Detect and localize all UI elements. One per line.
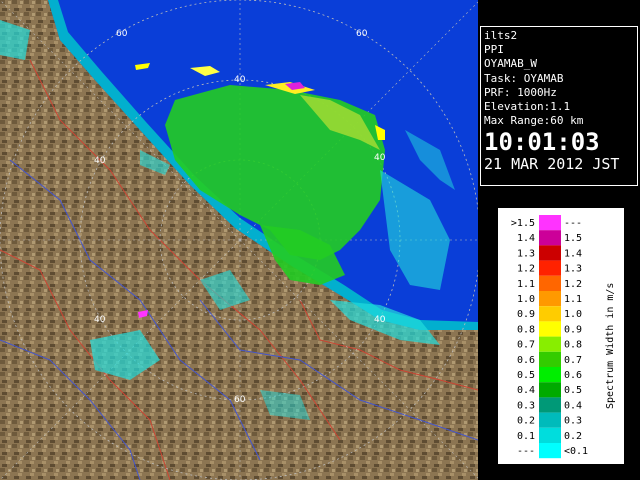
legend-left-label: 0.1: [517, 431, 535, 442]
legend-right-label: ---: [564, 218, 582, 229]
legend-left-label: 0.6: [517, 355, 535, 366]
legend-color-swatch: [539, 306, 561, 322]
legend-right-label: 1.0: [564, 309, 582, 320]
legend-color-swatch: [539, 351, 561, 367]
legend-right-label: 1.1: [564, 294, 582, 305]
radar-name: ilts2: [484, 29, 518, 42]
max-range-value: Max Range:60 km: [484, 114, 584, 128]
legend-right-label: 1.5: [564, 233, 582, 244]
legend-color-swatch: [539, 382, 561, 398]
range-label: 60: [116, 29, 128, 39]
legend-right-label: 1.2: [564, 279, 582, 290]
legend-title: Spectrum Width in m/s: [605, 283, 616, 409]
legend-color-swatch: [539, 412, 561, 428]
range-label: 40: [94, 315, 106, 325]
legend-left-label: 0.9: [517, 309, 535, 320]
legend-color-swatch: [539, 321, 561, 337]
prf-value: PRF: 1000Hz: [484, 85, 557, 99]
legend-left-label: 0.8: [517, 324, 535, 335]
task-name: Task: OYAMAB: [484, 71, 564, 85]
legend-right-label: 0.8: [564, 340, 582, 351]
radar-info-panel: ilts2 PPI OYAMAB_W Task: OYAMAB PRF: 100…: [480, 26, 638, 186]
legend-right-label: 0.2: [564, 431, 582, 442]
range-label: 40: [374, 153, 386, 163]
legend-right-label: 0.7: [564, 355, 582, 366]
legend-left-label: 1.0: [517, 294, 535, 305]
legend-left-label: 0.2: [517, 416, 535, 427]
legend-color-swatch: [539, 336, 561, 352]
observation-date: 21 MAR 2012 JST: [484, 155, 620, 174]
legend-left-label: 1.4: [517, 233, 535, 244]
legend-left-label: 0.5: [517, 370, 535, 381]
legend-right-label: 1.3: [564, 264, 582, 275]
legend-color-swatch: [539, 230, 561, 246]
range-label: 40: [94, 156, 106, 166]
legend-left-label: >1.5: [511, 218, 535, 229]
observation-time: 10:01:03: [484, 128, 600, 157]
legend-right-label: 0.6: [564, 370, 582, 381]
legend-color-swatch: [539, 397, 561, 413]
legend-color-swatch: [539, 427, 561, 443]
legend-left-label: 1.1: [517, 279, 535, 290]
range-label: 40: [234, 75, 246, 85]
legend-left-label: 1.3: [517, 248, 535, 259]
legend-color-swatch: [539, 215, 561, 231]
legend-right-label: 0.4: [564, 400, 582, 411]
legend-right-label: 0.9: [564, 324, 582, 335]
range-label: 40: [374, 315, 386, 325]
legend-color-swatch: [539, 260, 561, 276]
elevation-value: Elevation:1.1: [484, 100, 571, 114]
radar-ppi-map: 60 40 40 40 40 40 60 60: [0, 0, 478, 480]
legend-color-swatch: [539, 367, 561, 383]
range-label: 60: [356, 29, 368, 39]
scan-mode: PPI: [484, 43, 504, 57]
legend-left-label: 0.4: [517, 385, 535, 396]
legend-color-swatch: [539, 291, 561, 307]
legend-left-label: ---: [517, 446, 535, 457]
legend-left-label: 0.7: [517, 340, 535, 351]
legend-right-label: <0.1: [564, 446, 588, 457]
legend-left-label: 0.3: [517, 400, 535, 411]
spectrum-width-legend: >1.5 --- 1.4 1.5 1.3 1.4 1.2 1.3 1.1 1.2 1.0 1.1 0.9…: [498, 208, 624, 464]
legend-color-swatch: [539, 275, 561, 291]
legend-right-label: 0.3: [564, 416, 582, 427]
legend-color-swatch: [539, 443, 561, 459]
legend-right-label: 1.4: [564, 248, 582, 259]
legend-right-label: 0.5: [564, 385, 582, 396]
range-label: 60: [234, 395, 246, 405]
legend-color-swatch: [539, 245, 561, 261]
site-name: OYAMAB_W: [484, 57, 537, 71]
legend-left-label: 1.2: [517, 264, 535, 275]
